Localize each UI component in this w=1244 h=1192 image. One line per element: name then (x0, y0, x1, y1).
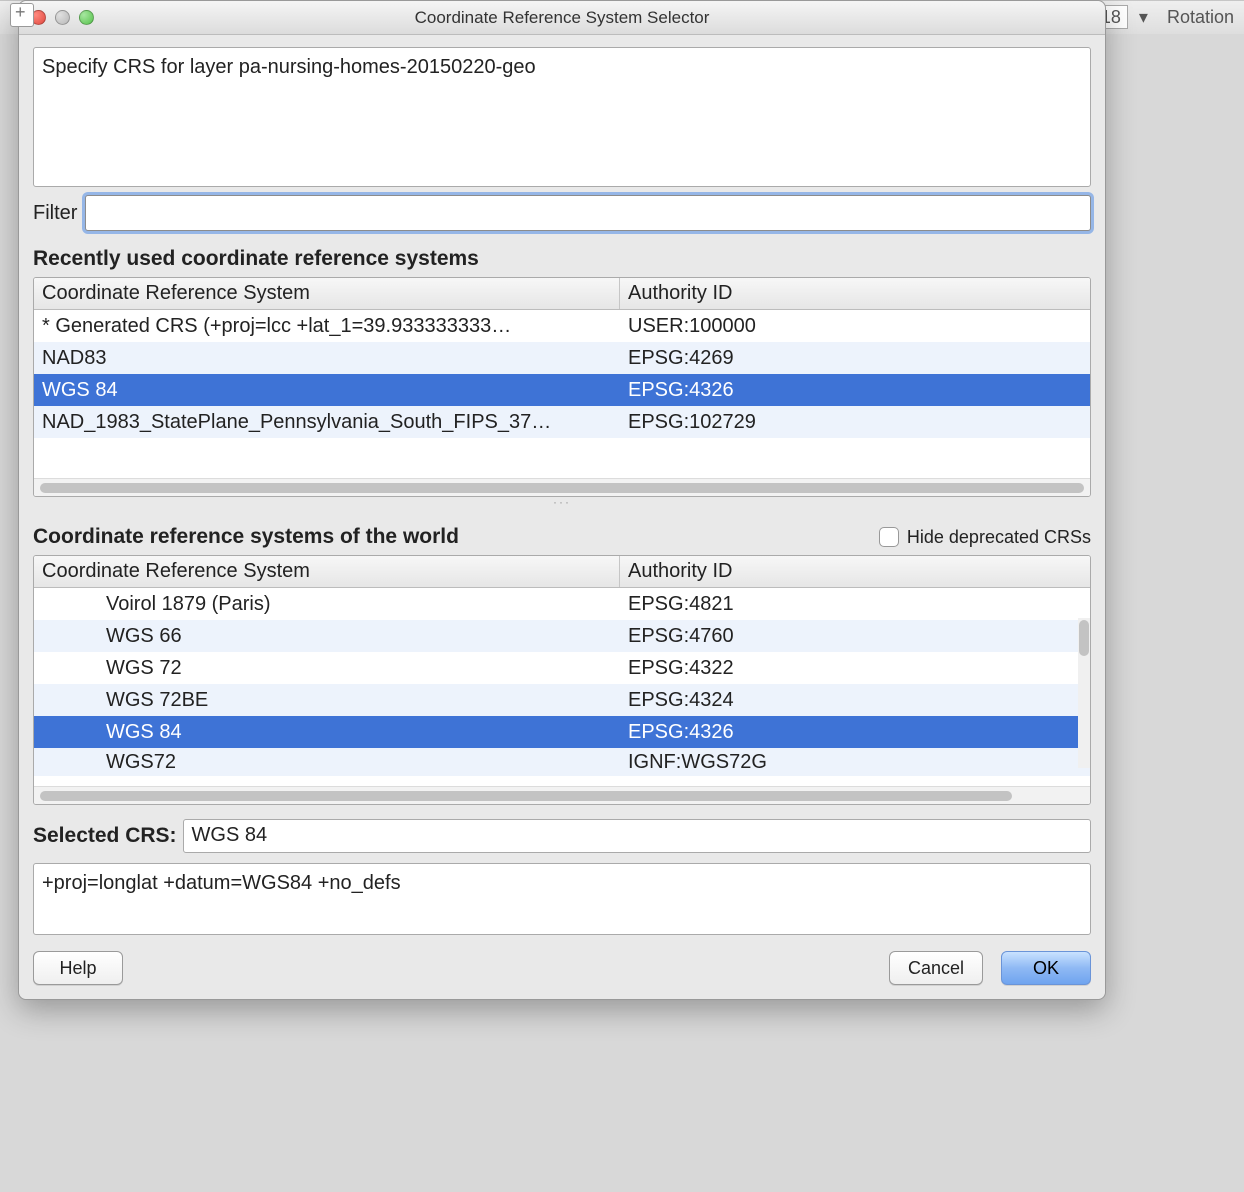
world-col-name[interactable]: Coordinate Reference System (34, 556, 620, 587)
recent-crs-table: Coordinate Reference System Authority ID… (33, 277, 1091, 497)
world-table-header: Coordinate Reference System Authority ID (34, 556, 1090, 588)
table-row[interactable]: NAD83 EPSG:4269 (34, 342, 1090, 374)
crosshair-icon[interactable] (10, 3, 34, 27)
titlebar[interactable]: Coordinate Reference System Selector (19, 1, 1105, 35)
hide-deprecated-text: Hide deprecated CRSs (907, 527, 1091, 548)
world-crs-table: Coordinate Reference System Authority ID… (33, 555, 1091, 805)
table-row[interactable]: WGS72 IGNF:WGS72G (34, 748, 1090, 776)
crs-auth: EPSG:4269 (620, 347, 1090, 370)
world-col-auth[interactable]: Authority ID (620, 556, 1090, 587)
rotation-label: Rotation (1167, 7, 1234, 27)
proj-string-box: +proj=longlat +datum=WGS84 +no_defs (33, 863, 1091, 935)
table-row[interactable]: NAD_1983_StatePlane_Pennsylvania_South_F… (34, 406, 1090, 438)
crs-name: WGS 72 (34, 657, 620, 680)
crs-name: WGS 84 (34, 379, 620, 402)
scrollbar-thumb[interactable] (40, 791, 1012, 801)
crs-name: WGS72 (34, 751, 620, 774)
crs-name: WGS 66 (34, 625, 620, 648)
table-row[interactable]: WGS 66 EPSG:4760 (34, 620, 1090, 652)
splitter-grip-icon[interactable]: ··· (33, 497, 1091, 507)
description-text: Specify CRS for layer pa-nursing-homes-2… (42, 56, 536, 78)
chevron-down-icon[interactable]: ▾ (1139, 7, 1148, 27)
scrollbar-thumb[interactable] (1079, 620, 1089, 656)
table-row[interactable]: Voirol 1879 (Paris) EPSG:4821 (34, 588, 1090, 620)
world-vscrollbar[interactable] (1078, 618, 1090, 768)
recent-table-header: Coordinate Reference System Authority ID (34, 278, 1090, 310)
crs-auth: USER:100000 (620, 315, 1090, 338)
crs-auth: EPSG:4326 (620, 721, 1090, 744)
crs-auth: EPSG:4821 (620, 593, 1090, 616)
cancel-button[interactable]: Cancel (889, 951, 983, 985)
crs-auth: EPSG:4324 (620, 689, 1090, 712)
crs-name: NAD_1983_StatePlane_Pennsylvania_South_F… (34, 411, 620, 434)
ok-button-label: OK (1033, 958, 1059, 979)
help-button[interactable]: Help (33, 951, 123, 985)
proj-string-text: +proj=longlat +datum=WGS84 +no_defs (42, 872, 401, 894)
selected-crs-label: Selected CRS: (33, 824, 177, 848)
cancel-button-label: Cancel (908, 958, 964, 979)
recent-col-name[interactable]: Coordinate Reference System (34, 278, 620, 309)
window-title: Coordinate Reference System Selector (19, 8, 1105, 28)
crs-auth: EPSG:4326 (620, 379, 1090, 402)
scrollbar-thumb[interactable] (40, 483, 1084, 493)
crs-name: NAD83 (34, 347, 620, 370)
world-hscrollbar[interactable] (34, 786, 1090, 804)
recent-heading: Recently used coordinate reference syste… (33, 247, 1091, 271)
crs-name: Voirol 1879 (Paris) (34, 593, 620, 616)
hide-deprecated-label[interactable]: Hide deprecated CRSs (879, 527, 1091, 548)
crs-auth: EPSG:4322 (620, 657, 1090, 680)
description-box: Specify CRS for layer pa-nursing-homes-2… (33, 47, 1091, 187)
table-row[interactable]: * Generated CRS (+proj=lcc +lat_1=39.933… (34, 310, 1090, 342)
background-right-edge (1106, 60, 1244, 1192)
recent-hscrollbar[interactable] (34, 478, 1090, 496)
world-heading: Coordinate reference systems of the worl… (33, 525, 459, 549)
filter-label: Filter (33, 202, 77, 225)
crs-auth: EPSG:4760 (620, 625, 1090, 648)
crs-auth: EPSG:102729 (620, 411, 1090, 434)
crs-name: WGS 84 (34, 721, 620, 744)
table-row[interactable]: WGS 84 EPSG:4326 (34, 716, 1090, 748)
selected-crs-value: WGS 84 (183, 819, 1091, 853)
recent-table-body: * Generated CRS (+proj=lcc +lat_1=39.933… (34, 310, 1090, 478)
hide-deprecated-checkbox[interactable] (879, 527, 899, 547)
crs-name: * Generated CRS (+proj=lcc +lat_1=39.933… (34, 315, 620, 338)
crs-name: WGS 72BE (34, 689, 620, 712)
recent-col-auth[interactable]: Authority ID (620, 278, 1090, 309)
table-row[interactable]: WGS 84 EPSG:4326 (34, 374, 1090, 406)
help-button-label: Help (59, 958, 96, 979)
filter-input[interactable] (85, 195, 1091, 231)
background-left-edge (0, 60, 18, 1192)
ok-button[interactable]: OK (1001, 951, 1091, 985)
crs-auth: IGNF:WGS72G (620, 751, 1090, 774)
world-table-body: Voirol 1879 (Paris) EPSG:4821 WGS 66 EPS… (34, 588, 1090, 786)
table-row[interactable]: WGS 72BE EPSG:4324 (34, 684, 1090, 716)
crs-selector-dialog: Coordinate Reference System Selector Spe… (18, 0, 1106, 1000)
table-row[interactable]: WGS 72 EPSG:4322 (34, 652, 1090, 684)
